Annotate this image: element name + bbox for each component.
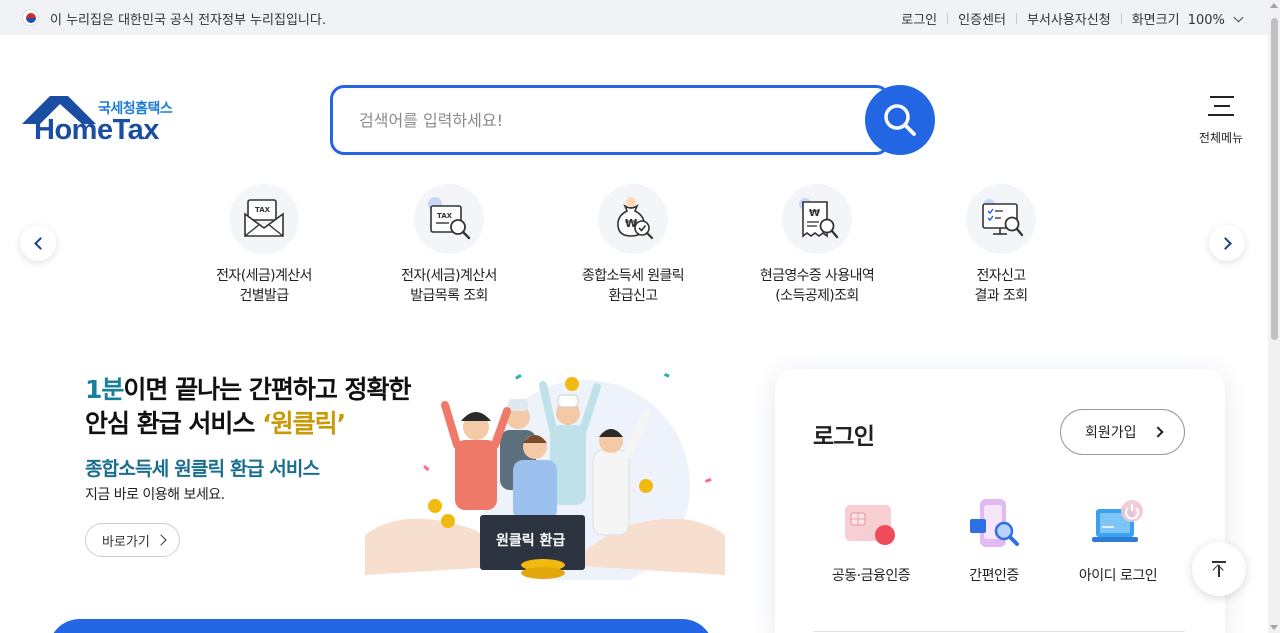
login-title: 로그인 <box>813 424 875 450</box>
scroll-up-arrow-icon[interactable] <box>1270 3 1278 8</box>
utility-links: 로그인 인증센터 부서사용자신청 화면크기 100% <box>891 9 1244 28</box>
utility-login-link[interactable]: 로그인 <box>891 9 947 28</box>
zoom-value: 100% <box>1187 13 1225 28</box>
section-tab-bar[interactable] <box>48 619 714 633</box>
full-menu-label: 전체메뉴 <box>1198 131 1244 145</box>
quick-menu-item-income-tax-refund[interactable]: ₩ 종합소득세 원클릭 환급신고 <box>553 184 713 306</box>
full-menu-button[interactable]: 전체메뉴 <box>1196 96 1246 148</box>
korean-flag-icon <box>22 9 39 26</box>
simple-auth-login-option[interactable]: 간편인증 <box>934 497 1054 585</box>
chevron-down-icon <box>1233 12 1244 23</box>
quick-menu-item-cash-receipt[interactable]: ₩ 현금영수증 사용내역 (소득공제)조회 <box>737 184 897 306</box>
laptop-power-icon <box>1092 500 1143 542</box>
scroll-to-top-button[interactable] <box>1192 542 1246 596</box>
quick-menu-item-invoice-list[interactable]: TAX 전자(세금)계산서 발급목록 조회 <box>369 184 529 306</box>
svg-text:TAX: TAX <box>437 212 453 220</box>
zoom-control[interactable]: 화면크기 100% <box>1122 9 1244 28</box>
banner-description: 지금 바로 이용해 보세요. <box>85 487 225 503</box>
hamburger-icon <box>1208 96 1234 123</box>
login-option-label: 아이디 로그인 <box>1078 568 1158 584</box>
search-input[interactable] <box>359 106 829 134</box>
zoom-label: 화면크기 <box>1131 13 1180 28</box>
login-option-label: 간편인증 <box>969 568 1019 584</box>
utility-cert-center-link[interactable]: 인증센터 <box>948 9 1016 28</box>
tax-envelope-icon: TAX <box>244 199 284 237</box>
quick-menu-label: 종합소득세 원클릭 환급신고 <box>581 268 685 304</box>
quick-menu-next-button[interactable] <box>1209 225 1245 261</box>
certificate-icon <box>845 505 895 545</box>
quick-menu-label: 전자신고 결과 조회 <box>974 268 1029 304</box>
money-bag-icon: ₩ <box>617 197 654 240</box>
banner-subtitle: 종합소득세 원클릭 환급 서비스 <box>85 458 320 480</box>
scroll-down-arrow-icon[interactable] <box>1270 625 1278 630</box>
scrollbar-thumb[interactable] <box>1271 18 1278 340</box>
chevron-right-icon <box>155 534 167 546</box>
refund-celebration-illustration: 원클릭 환급 <box>365 373 725 580</box>
receipt-search-icon: ₩ <box>799 198 839 239</box>
monitor-search-icon <box>982 199 1024 237</box>
chevron-right-icon <box>1152 426 1164 438</box>
divider <box>813 631 1185 632</box>
banner-headline-line1: 1분이면 끝나는 간편하고 정확한 <box>85 375 412 404</box>
quick-menu-prev-button[interactable] <box>20 225 56 261</box>
phone-auth-icon <box>970 499 1019 547</box>
promo-banner[interactable]: 1분이면 끝나는 간편하고 정확한 안심 환급 서비스 ‘원클릭’ 종합소득세 … <box>85 365 725 580</box>
quick-menu-label: 현금영수증 사용내역 (소득공제)조회 <box>759 268 875 304</box>
chevron-left-icon <box>33 236 47 250</box>
utility-dept-user-link[interactable]: 부서사용자신청 <box>1017 9 1121 28</box>
login-panel: 로그인 회원가입 공동·금융인증 간편인증 아이디 로그인 <box>775 369 1225 633</box>
quick-menu-label: 전자(세금)계산서 발급목록 조회 <box>401 268 497 304</box>
logo-wordmark: HomeTax <box>34 114 159 146</box>
quick-menu-label: 전자(세금)계산서 건별발급 <box>216 268 312 304</box>
search-icon <box>884 104 916 136</box>
quick-menu-item-invoice-issue[interactable]: TAX 전자(세금)계산서 건별발급 <box>184 184 344 306</box>
arrow-up-icon <box>1212 561 1226 563</box>
government-notice-bar: 이 누리집은 대한민국 공식 전자정부 누리집입니다. 로그인 인증센터 부서사… <box>0 0 1268 35</box>
svg-text:TAX: TAX <box>255 206 271 214</box>
government-notice-text: 이 누리집은 대한민국 공식 전자정부 누리집입니다. <box>50 13 326 28</box>
id-login-option[interactable]: 아이디 로그인 <box>1058 497 1178 585</box>
chevron-right-icon <box>1218 236 1232 250</box>
hometax-logo[interactable]: 국세청홈택스 HomeTax <box>20 94 180 150</box>
login-option-label: 공동·금융인증 <box>831 568 911 584</box>
join-button[interactable]: 회원가입 <box>1060 409 1185 455</box>
quick-menu-item-e-filing-result[interactable]: 전자신고 결과 조회 <box>921 184 1081 306</box>
search-box <box>330 85 890 155</box>
search-button[interactable] <box>865 85 935 155</box>
svg-text:원클릭 환급: 원클릭 환급 <box>496 532 565 549</box>
certificate-login-option[interactable]: 공동·금융인증 <box>811 497 931 585</box>
svg-text:₩: ₩ <box>809 208 820 219</box>
banner-headline-line2: 안심 환급 서비스 ‘원클릭’ <box>85 409 346 438</box>
vertical-scrollbar[interactable] <box>1268 0 1280 633</box>
tax-search-icon: TAX <box>428 197 471 240</box>
banner-go-button[interactable]: 바로가기 <box>85 523 180 557</box>
